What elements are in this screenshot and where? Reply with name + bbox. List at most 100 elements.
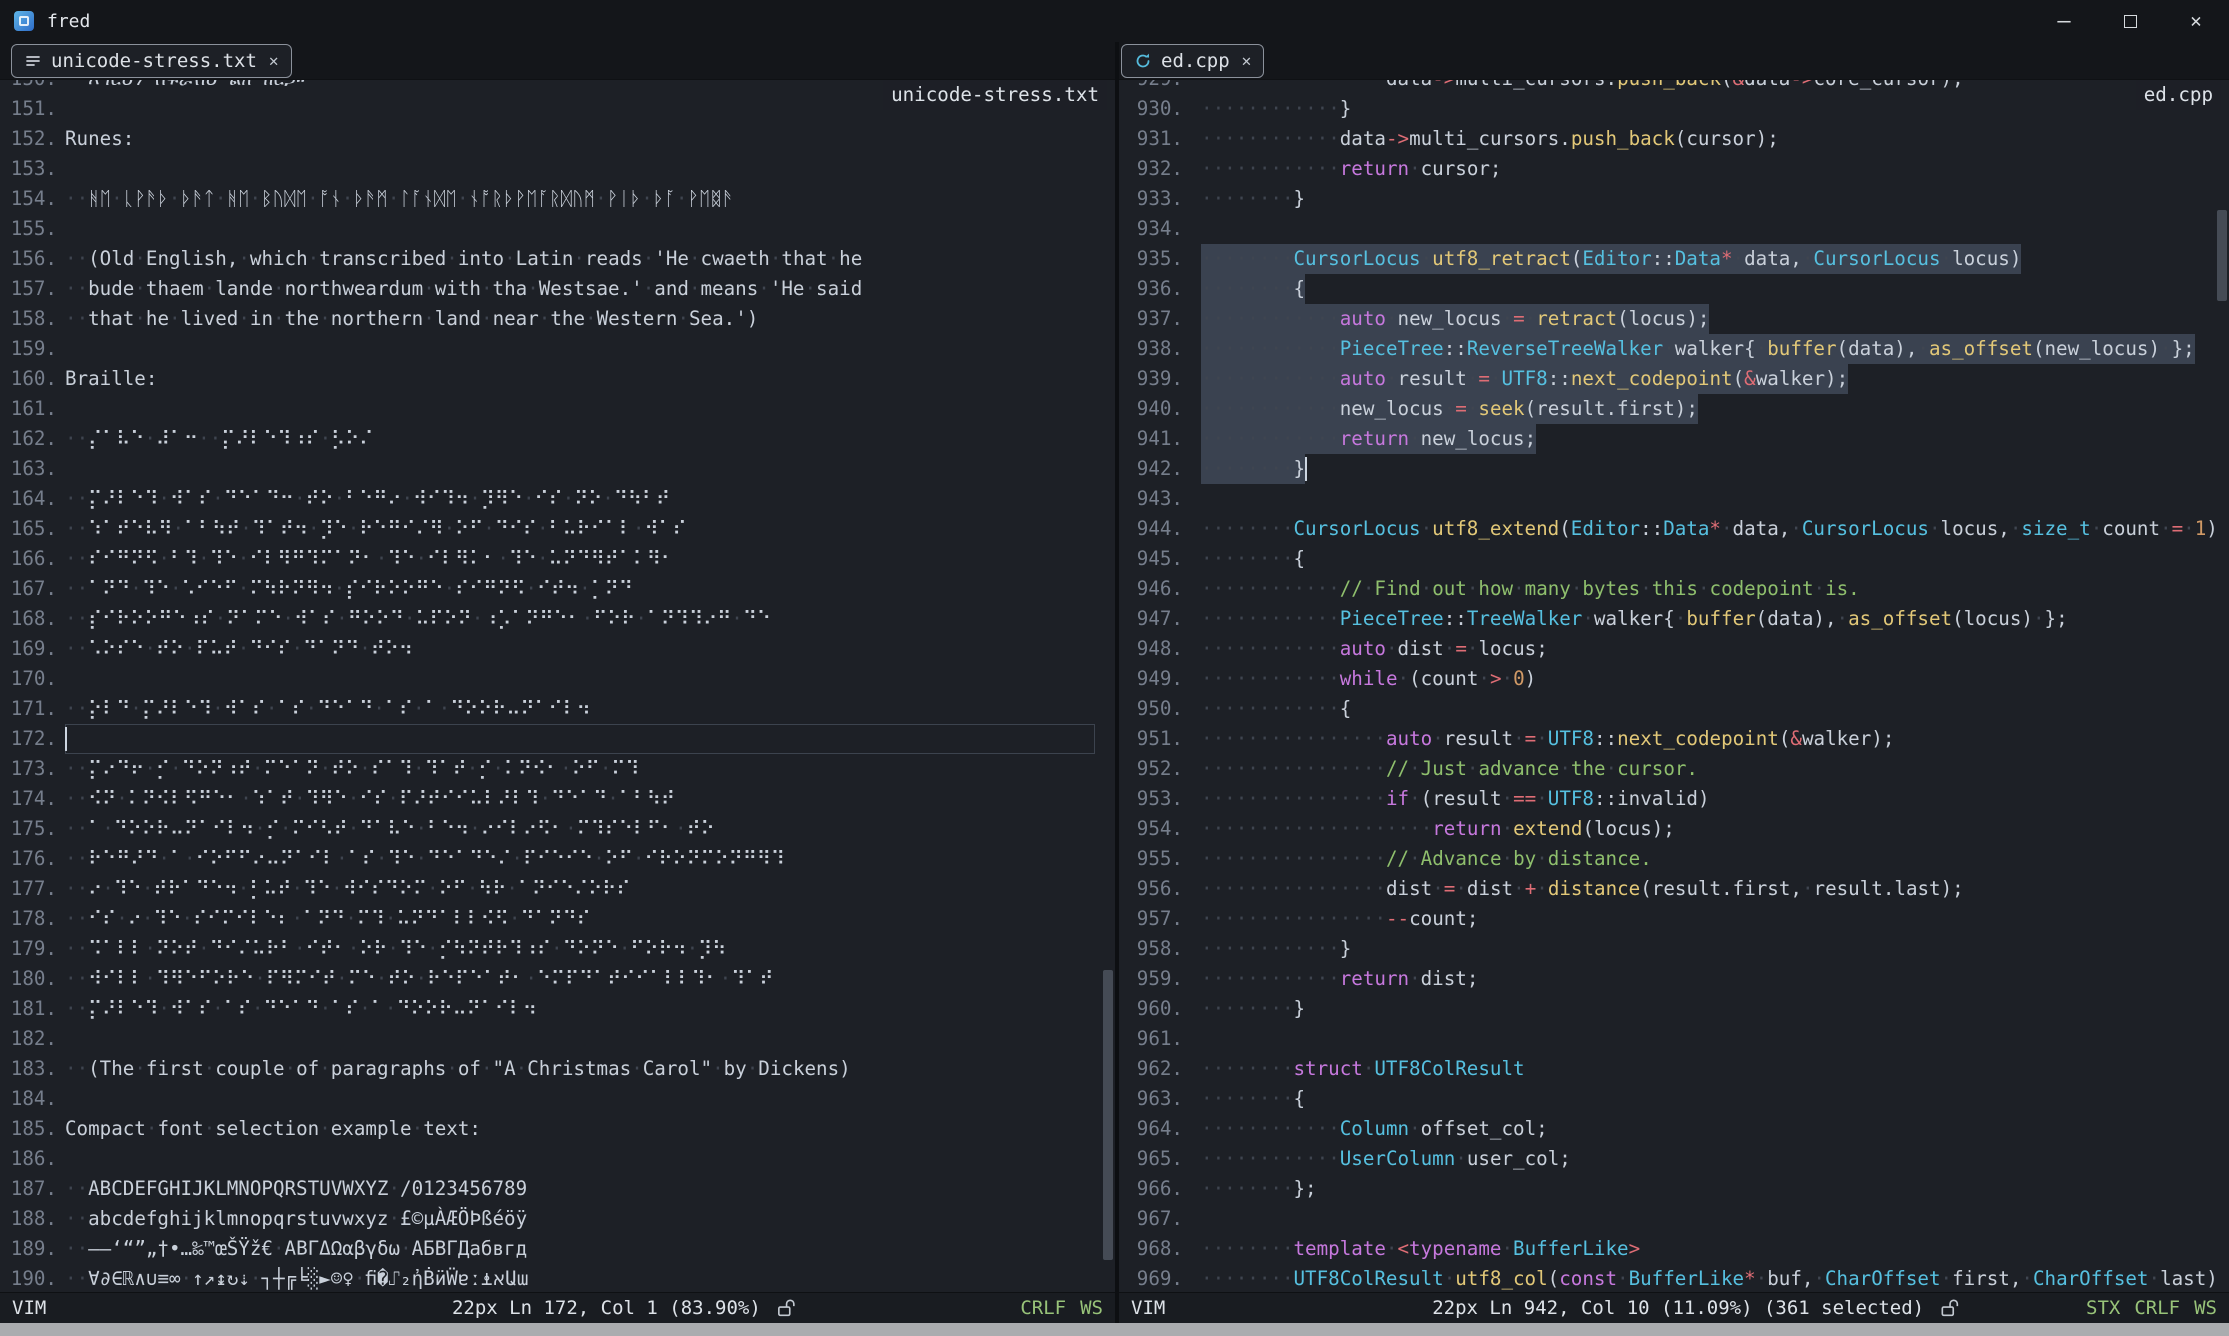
whitespace-dot: · (238, 247, 250, 270)
code-line[interactable]: 941.············return·new_locus; (1119, 424, 2229, 454)
code-line[interactable]: 966.········}; (1119, 1174, 2229, 1204)
code-line[interactable]: 947.············PieceTree::TreeWalker·wa… (1119, 604, 2229, 634)
whitespace-dot: · (77, 517, 89, 540)
code-line[interactable]: 153. (0, 154, 1115, 184)
code-line[interactable]: 960.········} (1119, 994, 2229, 1024)
right-scrollbar[interactable] (2215, 80, 2229, 1292)
code-line[interactable]: 174.··⠪⠝·⠅⠝⠪⠇⠫⠛⠑⠂·⠱⠁⠞·⠹⠻⠑·⠊⠎·⠏⠜⠞⠊⠊⠥⠇⠜⠇⠹·… (0, 784, 1115, 814)
code-line[interactable]: 937.············auto·new_locus·=·retract… (1119, 304, 2229, 334)
code-line[interactable]: 957.················--count; (1119, 904, 2229, 934)
code-line[interactable]: 155. (0, 214, 1115, 244)
unlock-icon[interactable] (1940, 1298, 1960, 1318)
unlock-icon[interactable] (777, 1298, 797, 1318)
code-line[interactable]: 938.············PieceTree::ReverseTreeWa… (1119, 334, 2229, 364)
code-line[interactable]: 164.··⡍⠜⠇⠑⠹·⠺⠁⠎·⠙⠑⠁⠙⠒·⠞⠕·⠃⠑⠛⠔·⠺⠊⠹⠲·⡹⠻⠑·⠊… (0, 484, 1115, 514)
code-line[interactable]: 930.············} (1119, 94, 2229, 124)
maximize-button[interactable] (2097, 0, 2163, 42)
tab-close-icon[interactable]: ✕ (269, 51, 279, 70)
code-line[interactable]: 932.············return·cursor; (1119, 154, 2229, 184)
code-line[interactable]: 172. (0, 724, 1115, 754)
code-line[interactable]: 187.··ABCDEFGHIJKLMNOPQRSTUVWXYZ·/012345… (0, 1174, 1115, 1204)
code-line[interactable]: 167.··⠁⠝⠙·⠹⠑·⠡⠊⠑⠋·⠍⠳⠗⠝⠻⠲·⡎⠊⠗⠕⠕⠛⠑·⠎⠊⠛⠝⠫·⠊… (0, 574, 1115, 604)
code-line[interactable]: 179.··⠩⠁⠇⠇·⠝⠕⠞·⠙⠊⠌⠥⠗⠃·⠊⠞⠂·⠕⠗·⠹⠑·⡊⠳⠝⠞⠗⠹⠰⠎… (0, 934, 1115, 964)
right-editor[interactable]: 929.················data->multi_cursors.… (1119, 80, 2229, 1292)
code-line[interactable]: 953.················if·(result·==·UTF8::… (1119, 784, 2229, 814)
code-line[interactable]: 177.··⠔·⠹⠑·⠞⠗⠁⠙⠑⠲·⡃⠥⠞·⠹⠑·⠺⠊⠎⠙⠕⠍·⠕⠋·⠳⠗·⠁⠝… (0, 874, 1115, 904)
code-line[interactable]: 175.··⠁·⠙⠕⠕⠗⠤⠝⠁⠊⠇⠲·⡊·⠍⠊⠣⠞·⠙⠁⠧⠑·⠃⠑⠲·⠔⠊⠇⠔⠫… (0, 814, 1115, 844)
code-line[interactable]: 962.········struct·UTF8ColResult (1119, 1054, 2229, 1084)
code-line[interactable]: 959.············return·dist; (1119, 964, 2229, 994)
code-line[interactable]: 166.··⠎⠊⠛⠝⠫·⠃⠹·⠹⠑·⠊⠇⠻⠛⠹⠍⠁⠝⠂·⠹⠑·⠊⠇⠻⠅⠂·⠹⠑·… (0, 544, 1115, 574)
code-line[interactable]: 188.··abcdefghijklmnopqrstuvwxyz·£©µÀÆÖÞ… (0, 1204, 1115, 1234)
code-line[interactable]: 948.············auto·dist·=·locus; (1119, 634, 2229, 664)
code-line[interactable]: 961. (1119, 1024, 2229, 1054)
code-line[interactable]: 949.············while·(count·>·0) (1119, 664, 2229, 694)
code-line[interactable]: 169.··⠡⠕⠎⠑·⠞⠕·⠏⠥⠞·⠙⠊⠎·⠙⠁⠝⠙·⠞⠕⠲ (0, 634, 1115, 664)
code-line[interactable]: 156.··(Old·English,·which·transcribed·in… (0, 244, 1115, 274)
code-line[interactable]: 931.············data->multi_cursors.push… (1119, 124, 2229, 154)
whitespace-dot: · (336, 847, 348, 870)
code-line[interactable]: 180.··⠺⠊⠇⠇·⠹⠻⠑⠋⠕⠗⠑·⠏⠻⠍⠊⠞·⠍⠑·⠞⠕·⠗⠑⠏⠑⠁⠞⠂·⠑… (0, 964, 1115, 994)
whitespace-dot: · (142, 877, 154, 900)
code-line[interactable]: 945.········{ (1119, 544, 2229, 574)
code-line[interactable]: 955.················//·Advance·by·distan… (1119, 844, 2229, 874)
tab-unicode-stress-txt[interactable]: unicode-stress.txt ✕ (11, 44, 292, 78)
code-line[interactable]: 158.··that·he·lived·in·the·northern·land… (0, 304, 1115, 334)
code-line[interactable]: 162.··⡌⠁⠧⠑·⠼⠁⠒··⡍⠜⠇⠑⠹⠰⠎·⡣⠕⠌ (0, 424, 1115, 454)
code-line[interactable]: 189.··–—‘“”„†•…‰™œŠŸž€·ΑΒΓΔΩαβγδω·АБВГДа… (0, 1234, 1115, 1264)
code-line[interactable]: 154.··ᚻᛖ·ᚳᚹᚫᚦ·ᚦᚫᛏ·ᚻᛖ·ᛒᚢᛞᛖ·ᚩᚾ·ᚦᚫᛗ·ᛚᚪᚾᛞᛖ·ᚾ… (0, 184, 1115, 214)
code-line[interactable]: 969.········UTF8ColResult·utf8_col(const… (1119, 1264, 2229, 1292)
code-line[interactable]: 168.··⡎⠊⠗⠕⠕⠛⠑⠰⠎·⠝⠁⠍⠑·⠺⠁⠎·⠛⠕⠕⠙·⠥⠏⠕⠝·⠰⡡⠁⠝⠛… (0, 604, 1115, 634)
left-editor[interactable]: 150.··እግርህን·በፍራሽህ·ልክ·ዘርጋ።151.152.Runes:1… (0, 80, 1115, 1292)
code-line[interactable]: 964.············Column·offset_col; (1119, 1114, 2229, 1144)
code-line[interactable]: 170. (0, 664, 1115, 694)
code-line[interactable]: 152.Runes: (0, 124, 1115, 154)
left-scrollbar-thumb[interactable] (1103, 970, 1113, 1260)
code-line[interactable]: 950.············{ (1119, 694, 2229, 724)
code-line[interactable]: 182. (0, 1024, 1115, 1054)
code-line[interactable]: 965.············UserColumn·user_col; (1119, 1144, 2229, 1174)
tab-ed-cpp[interactable]: ed.cpp ✕ (1121, 44, 1264, 78)
code-line[interactable]: 933.········} (1119, 184, 2229, 214)
code-line[interactable]: 183.··(The·first·couple·of·paragraphs·of… (0, 1054, 1115, 1084)
code-line[interactable]: 176.··⠗⠑⠛⠜⠙·⠁·⠊⠕⠋⠋⠔⠤⠝⠁⠊⠇·⠁⠎·⠹⠑·⠙⠑⠁⠙⠑⠌·⠏⠊… (0, 844, 1115, 874)
code-line[interactable]: 943. (1119, 484, 2229, 514)
code-line[interactable]: 165.··⠱⠁⠞⠑⠧⠻·⠁⠃⠳⠞·⠹⠁⠞⠲·⡹⠑·⠗⠑⠛⠊⠌⠻·⠕⠋·⠙⠊⠎·… (0, 514, 1115, 544)
code-line[interactable]: 181.··⡍⠜⠇⠑⠹·⠺⠁⠎·⠁⠎·⠙⠑⠁⠙·⠁⠎·⠁·⠙⠕⠕⠗⠤⠝⠁⠊⠇⠲ (0, 994, 1115, 1024)
code-line[interactable]: 935.········CursorLocus·utf8_retract(Edi… (1119, 244, 2229, 274)
code-line[interactable]: 178.··⠊⠎·⠔·⠹⠑·⠎⠊⠍⠊⠇⠑⠆·⠁⠝⠙·⠍⠹·⠥⠝⠙⠁⠇⠇⠪⠫·⠙⠁… (0, 904, 1115, 934)
right-scrollbar-thumb[interactable] (2217, 210, 2227, 301)
code-line[interactable]: 968.········template·<typename·BufferLik… (1119, 1234, 2229, 1264)
code-line[interactable]: 173.··⡍⠔⠙⠖·⡊·⠙⠕⠝⠰⠞·⠍⠑⠁⠝·⠞⠕·⠎⠁⠹·⠹⠁⠞·⡊·⠅⠝⠪… (0, 754, 1115, 784)
code-line[interactable]: 963.········{ (1119, 1084, 2229, 1114)
close-button[interactable]: ✕ (2163, 0, 2229, 42)
code-line[interactable]: 929.················data->multi_cursors.… (1119, 80, 2229, 94)
code-line[interactable]: 942.········} (1119, 454, 2229, 484)
code-line[interactable]: 161. (0, 394, 1115, 424)
code-line[interactable]: 159. (0, 334, 1115, 364)
code-line[interactable]: 171.··⡕⠇⠙·⡍⠜⠇⠑⠹·⠺⠁⠎·⠁⠎·⠙⠑⠁⠙·⠁⠎·⠁·⠙⠕⠕⠗⠤⠝⠁… (0, 694, 1115, 724)
code-line[interactable]: 934. (1119, 214, 2229, 244)
minimize-button[interactable]: – (2031, 0, 2097, 42)
code-line[interactable]: 944.········CursorLocus·utf8_extend(Edit… (1119, 514, 2229, 544)
whitespace-dot: · (2160, 517, 2172, 540)
code-line[interactable]: 967. (1119, 1204, 2229, 1234)
code-line[interactable]: 956.················dist·=·dist·+·distan… (1119, 874, 2229, 904)
code-line[interactable]: 184. (0, 1084, 1115, 1114)
code-line[interactable]: 951.················auto·result·=·UTF8::… (1119, 724, 2229, 754)
code-line[interactable]: 157.··bude·thaem·lande·northweardum·with… (0, 274, 1115, 304)
code-line[interactable]: 185.Compact·font·selection·example·text: (0, 1114, 1115, 1144)
code-line[interactable]: 939.············auto·result·=·UTF8::next… (1119, 364, 2229, 394)
code-line[interactable]: 163. (0, 454, 1115, 484)
code-line[interactable]: 954.····················return·extend(lo… (1119, 814, 2229, 844)
code-line[interactable]: 946.············//·Find·out·how·many·byt… (1119, 574, 2229, 604)
code-line[interactable]: 958.············} (1119, 934, 2229, 964)
code-line[interactable]: 940.············new_locus·=·seek(result.… (1119, 394, 2229, 424)
code-line[interactable]: 160.Braille: (0, 364, 1115, 394)
code-line[interactable]: 952.················//·Just·advance·the·… (1119, 754, 2229, 784)
code-line[interactable]: 190.··∀∂∈ℝ∧∪≡∞·↑↗↨↻⇣·┐┼╔╘░►☺♀·ﬁ�⑀₂ἠḂӥẄɐː… (0, 1264, 1115, 1292)
code-line[interactable]: 186. (0, 1144, 1115, 1174)
left-scrollbar[interactable] (1101, 80, 1115, 1292)
tab-close-icon[interactable]: ✕ (1242, 51, 1252, 70)
code-line[interactable]: 936.········{ (1119, 274, 2229, 304)
